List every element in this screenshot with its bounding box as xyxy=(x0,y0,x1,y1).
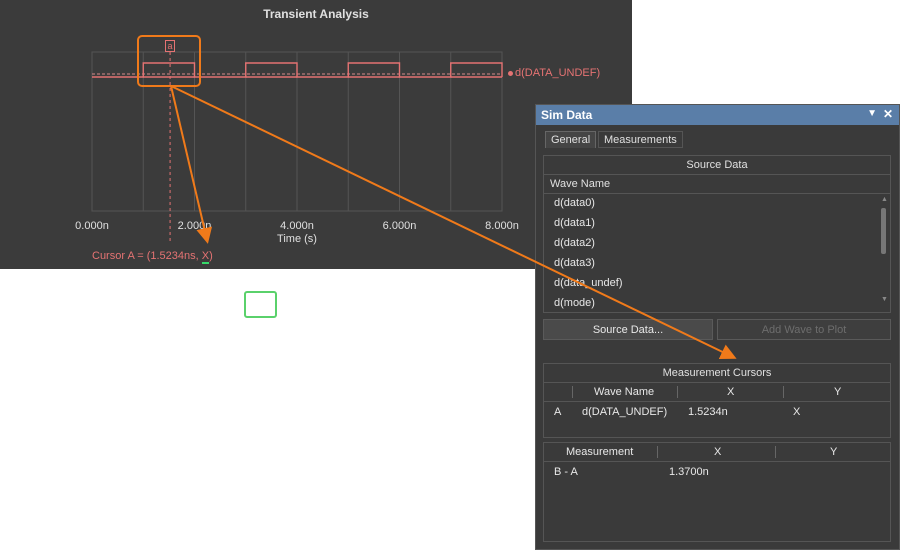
y-column-header[interactable]: Y xyxy=(830,443,837,461)
y-column-header[interactable]: Y xyxy=(834,383,841,401)
measurement-cursors-column-headers: Wave Name X Y xyxy=(544,383,890,402)
wave-name-column-header[interactable]: Wave Name xyxy=(544,175,890,194)
scroll-up-icon[interactable]: ▲ xyxy=(881,196,888,203)
source-data-section: Source Data Wave Name d(data0) d(data1) … xyxy=(543,155,891,313)
highlight-box xyxy=(244,291,277,318)
x-value-cell: 1.3700n xyxy=(669,466,709,478)
list-item[interactable]: d(mode) xyxy=(544,293,884,313)
cursor-readout-prefix: Cursor A = (1.5234ns, xyxy=(92,250,202,262)
source-data-header: Source Data xyxy=(544,156,890,175)
column-separator xyxy=(783,386,784,398)
panel-header: Sim Data ▼ ✕ xyxy=(536,105,899,125)
close-icon[interactable]: ✕ xyxy=(883,107,893,121)
y-value-cell: X xyxy=(793,406,801,418)
cursor-a-flag[interactable]: a xyxy=(165,40,176,52)
sim-data-panel: Sim Data ▼ ✕ General Measurements Source… xyxy=(535,104,900,550)
cursor-readout-suffix: ) xyxy=(209,250,213,262)
x-axis-label: Time (s) xyxy=(277,233,317,245)
x-tick-label: 2.000n xyxy=(178,220,212,232)
dropdown-arrow-icon[interactable]: ▼ xyxy=(867,108,877,119)
list-item[interactable]: d(data_undef) xyxy=(544,273,884,293)
x-tick-label: 0.000n xyxy=(75,220,109,232)
cursor-readout-x: X xyxy=(201,250,210,264)
list-item[interactable]: d(data2) xyxy=(544,233,884,253)
column-separator xyxy=(677,386,678,398)
x-column-header[interactable]: X xyxy=(714,443,721,461)
x-tick-label: 6.000n xyxy=(383,220,417,232)
tab-measurements[interactable]: Measurements xyxy=(598,131,683,148)
measurement-cursors-header: Measurement Cursors xyxy=(544,364,890,383)
x-column-header[interactable]: X xyxy=(727,383,734,401)
wave-name-cell: d(DATA_UNDEF) xyxy=(582,406,668,418)
table-row[interactable]: A d(DATA_UNDEF) 1.5234n X xyxy=(544,402,890,424)
wave-name-column-header[interactable]: Wave Name xyxy=(594,383,654,401)
column-separator xyxy=(657,446,658,458)
wave-legend-text: d(DATA_UNDEF) xyxy=(515,67,601,79)
source-wave-list: d(data0) d(data1) d(data2) d(data3) d(da… xyxy=(544,193,884,313)
cursor-name-cell: A xyxy=(554,406,562,418)
measurements-column-headers: Measurement X Y xyxy=(544,443,890,462)
chart-title: Transient Analysis xyxy=(263,7,369,21)
scroll-down-icon[interactable]: ▼ xyxy=(881,296,888,303)
measurement-column-header[interactable]: Measurement xyxy=(566,443,633,461)
source-list-scrollbar[interactable]: ▲ ▼ xyxy=(881,196,888,308)
measurement-cursors-section: Measurement Cursors Wave Name X Y A d(DA… xyxy=(543,363,891,438)
list-item[interactable]: d(data1) xyxy=(544,213,884,233)
x-tick-label: 8.000n xyxy=(485,220,519,232)
measurements-section: Measurement X Y B - A 1.3700n xyxy=(543,442,891,542)
cursor-readout: Cursor A = (1.5234ns, X) xyxy=(92,250,213,264)
add-wave-to-plot-button[interactable]: Add Wave to Plot xyxy=(717,319,891,340)
list-item[interactable]: d(data3) xyxy=(544,253,884,273)
waveform-d-data-undef xyxy=(92,62,503,78)
panel-title: Sim Data xyxy=(541,108,593,122)
source-data-button[interactable]: Source Data... xyxy=(543,319,713,340)
table-row[interactable]: B - A 1.3700n xyxy=(544,462,890,484)
wave-name-column-label: Wave Name xyxy=(550,178,611,190)
scrollbar-thumb[interactable] xyxy=(881,208,886,254)
list-item[interactable]: d(data0) xyxy=(544,193,884,213)
column-separator xyxy=(775,446,776,458)
tab-general[interactable]: General xyxy=(545,131,597,148)
x-value-cell: 1.5234n xyxy=(688,406,728,418)
wave-color-dot xyxy=(508,70,513,76)
column-separator xyxy=(572,386,573,398)
measurement-name-cell: B - A xyxy=(554,466,578,478)
x-tick-label: 4.000n xyxy=(280,220,314,232)
wave-legend-label[interactable]: d(DATA_UNDEF) xyxy=(508,67,600,79)
